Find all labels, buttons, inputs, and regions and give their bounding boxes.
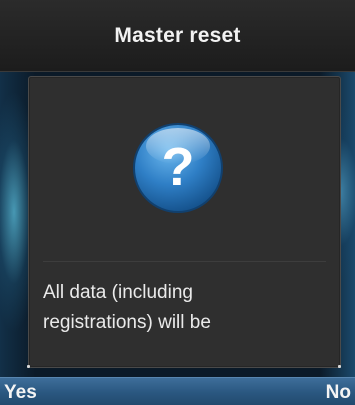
dialog-message: All data (including registrations) will … [43,278,328,338]
message-line-2: registrations) will be [43,312,211,333]
confirmation-dialog: ? All data (including registrations) wil… [28,76,341,368]
question-icon: ? [131,121,225,215]
yes-softkey[interactable]: Yes [4,382,37,404]
message-line-1: All data (including [43,282,193,303]
no-softkey[interactable]: No [326,382,351,404]
title-bar: Master reset [0,0,355,72]
page-title: Master reset [114,24,241,47]
dialog-corner-marker-left [27,365,30,368]
dialog-divider [43,261,326,262]
softkey-bar: Yes No [0,377,355,405]
phone-screen: Master reset ? All data (including regis… [0,0,355,405]
question-glyph: ? [162,137,195,197]
dialog-corner-marker-right [338,365,341,368]
